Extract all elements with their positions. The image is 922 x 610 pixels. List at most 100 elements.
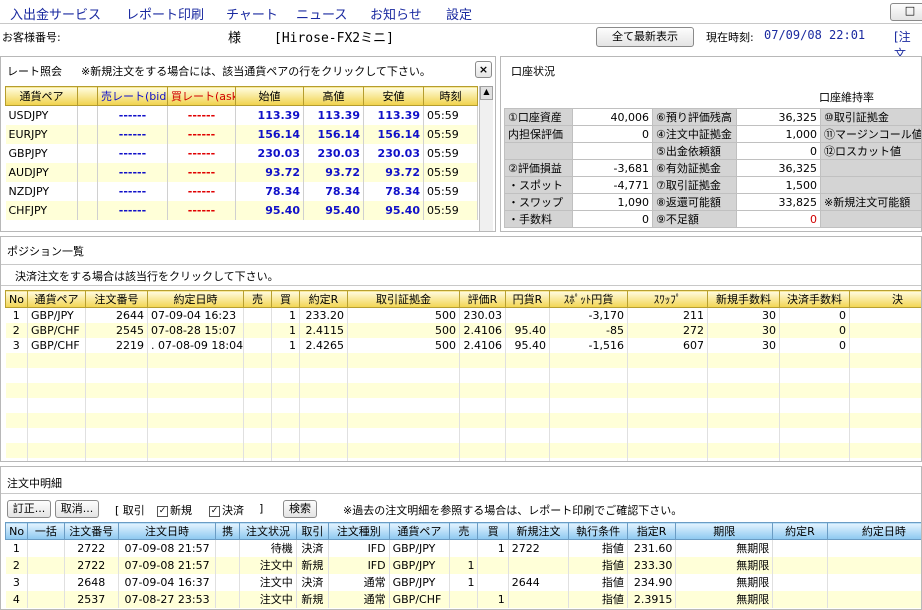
position-cell xyxy=(5,367,28,383)
position-row[interactable] xyxy=(5,442,921,458)
position-row[interactable]: 1 GBP/JPY 2644 07-09-04 16:23 1 233.20 500 230.… xyxy=(5,307,921,323)
position-col[interactable]: 売 xyxy=(243,290,272,308)
position-row[interactable]: 2 GBP/CHF 2545 07-08-28 15:07 1 2.4115 500 2.41… xyxy=(5,322,921,338)
position-cell xyxy=(27,457,86,461)
scroll-up-icon[interactable]: ▲ xyxy=(480,86,493,100)
rate-row[interactable]: AUDJPY ------ ------ 93.72 93.72 93.72 05:59 xyxy=(5,162,478,182)
order-col[interactable]: 注文番号 xyxy=(63,522,120,540)
rate-col-bid[interactable]: 売レート(bid) xyxy=(97,86,168,106)
position-row[interactable] xyxy=(5,397,921,413)
order-row[interactable]: 4 2537 07-08-27 23:53 注文中 新規 通常 GBP/CHF 1 指値 2.39… xyxy=(5,590,921,608)
rate-row[interactable]: EURJPY ------ ------ 156.14 156.14 156.14 05:5… xyxy=(5,124,478,144)
rate-col-time[interactable]: 時刻 xyxy=(423,86,478,106)
position-cell xyxy=(779,427,850,443)
position-cell xyxy=(779,382,850,398)
order-col[interactable]: 通貨ペア xyxy=(388,522,451,540)
menu-notice[interactable]: お知らせ xyxy=(370,4,422,23)
rate-col-low[interactable]: 安値 xyxy=(363,86,424,106)
order-col[interactable]: 注文種別 xyxy=(328,522,390,540)
position-cell xyxy=(147,367,244,383)
position-col[interactable]: 買 xyxy=(271,290,300,308)
order-row[interactable]: 3 2648 07-09-04 16:37 注文中 決済 通常 GBP/JPY 1 2644 指値… xyxy=(5,573,921,591)
position-table: No 通貨ペア 注文番号 約定日時売買約定R 取引証拠金 評価R 円貨R ｽﾎﾟｯﾄ円貨 ｽﾜｯ… xyxy=(5,290,921,461)
filter-new[interactable]: ✓ 新規 xyxy=(157,502,192,518)
menu-news[interactable]: ニュース xyxy=(296,4,347,23)
position-row[interactable] xyxy=(5,412,921,428)
order-col[interactable]: 買 xyxy=(477,522,509,540)
position-col[interactable]: 約定R xyxy=(299,290,348,308)
search-button[interactable]: 検索 xyxy=(283,500,317,518)
menu-deposit[interactable]: 入出金サービス xyxy=(10,4,101,23)
time-value: 07/09/08 22:01 xyxy=(764,28,866,42)
menu-chart[interactable]: チャート xyxy=(226,4,278,23)
cancel-order-button[interactable]: 取消... xyxy=(55,500,99,518)
position-cell xyxy=(549,427,628,443)
order-col[interactable]: 約定日時 xyxy=(826,522,921,540)
rate-col-open[interactable]: 始値 xyxy=(235,86,304,106)
position-row[interactable] xyxy=(5,427,921,443)
position-col[interactable]: ｽﾜｯﾌﾟ xyxy=(627,290,708,308)
close-icon[interactable]: × xyxy=(475,61,492,78)
order-col[interactable]: 一括 xyxy=(27,522,65,540)
position-col[interactable]: 決済手数料 xyxy=(779,290,850,308)
position-row[interactable] xyxy=(5,382,921,398)
position-col[interactable]: 取引証拠金 xyxy=(347,290,460,308)
filter-settle[interactable]: ✓ 決済 xyxy=(209,502,244,518)
checkbox-checked-icon[interactable]: ✓ xyxy=(157,505,168,517)
order-col[interactable]: 約定R xyxy=(772,522,828,540)
position-cell: GBP/CHF xyxy=(27,322,86,338)
position-col[interactable]: 新規手数料 xyxy=(707,290,780,308)
menu-report[interactable]: レポート印刷 xyxy=(126,4,204,23)
rate-cell: 93.72 xyxy=(303,162,364,182)
position-col[interactable]: 評価R xyxy=(459,290,506,308)
order-col[interactable]: 携 xyxy=(214,522,241,540)
position-cell: 2.4265 xyxy=(299,337,348,353)
position-cell xyxy=(5,397,28,413)
order-col[interactable]: 売 xyxy=(449,522,479,540)
order-cell xyxy=(772,573,828,591)
order-col[interactable]: 取引 xyxy=(295,522,330,540)
rate-row[interactable]: USDJPY ------ ------ 113.39 113.39 113.39 05:5… xyxy=(5,105,478,125)
order-cell xyxy=(772,556,828,574)
order-col[interactable]: 執行条件 xyxy=(568,522,628,540)
position-col[interactable]: ｽﾎﾟｯﾄ円貨 xyxy=(549,290,628,308)
order-cell: 無期限 xyxy=(675,539,774,557)
edit-order-button[interactable]: 訂正... xyxy=(7,500,51,518)
order-row[interactable]: 2 2722 07-09-08 21:57 注文中 新規 IFD GBP/JPY 1 指値 233… xyxy=(5,556,921,574)
order-row[interactable]: 1 2722 07-09-08 21:57 待機 決済 IFD GBP/JPY 1 2722 指値… xyxy=(5,539,921,557)
rate-scrollbar[interactable]: ▲ xyxy=(479,86,493,231)
order-col[interactable]: 注文日時 xyxy=(118,522,216,540)
order-col[interactable]: 期限 xyxy=(675,522,774,540)
position-cell xyxy=(299,442,348,458)
position-col[interactable]: 円貨R xyxy=(505,290,550,308)
account-cell: 1,090 xyxy=(572,193,653,211)
rate-cell: 113.39 xyxy=(235,105,304,125)
order-col[interactable]: 注文状況 xyxy=(239,522,297,540)
position-col[interactable]: 注文番号 xyxy=(85,290,148,308)
rate-row[interactable]: NZDJPY ------ ------ 78.34 78.34 78.34 05:59 xyxy=(5,181,478,201)
checkbox-checked-icon[interactable]: ✓ xyxy=(209,505,220,517)
logout-button[interactable]: □ xyxy=(890,3,922,21)
position-row[interactable]: 3 GBP/CHF 2219. 07-08-09 18:04 1 2.4265 500 2.… xyxy=(5,337,921,353)
position-row[interactable] xyxy=(5,367,921,383)
order-col[interactable]: 指定R xyxy=(626,522,677,540)
refresh-all-button[interactable]: 全て最新表示 xyxy=(596,27,694,47)
position-col[interactable]: 通貨ペア xyxy=(27,290,86,308)
rate-col-ask[interactable]: 買レート(ask) xyxy=(167,86,236,106)
rate-row[interactable]: GBPJPY ------ ------ 230.03 230.03 230.03 05:5… xyxy=(5,143,478,163)
position-cell: 2.4106 xyxy=(459,337,506,353)
order-col[interactable]: 新規注文 xyxy=(507,522,570,540)
menu-settings[interactable]: 設定 xyxy=(446,4,472,23)
position-row[interactable] xyxy=(5,457,921,461)
position-col[interactable]: No xyxy=(5,290,28,308)
account-cell: ・スポット xyxy=(504,176,573,194)
rate-col-high[interactable]: 高値 xyxy=(303,86,364,106)
rate-row[interactable]: CHFJPY ------ ------ 95.40 95.40 95.40 05:59 xyxy=(5,200,478,220)
position-cell xyxy=(505,397,550,413)
position-col[interactable]: 決 xyxy=(849,290,921,308)
account-cell: 36,325 xyxy=(736,159,821,177)
rate-col-pair[interactable]: 通貨ペア xyxy=(5,86,78,106)
order-col[interactable]: No xyxy=(4,522,29,540)
position-row[interactable] xyxy=(5,352,921,368)
position-col[interactable]: 約定日時 xyxy=(147,290,244,308)
